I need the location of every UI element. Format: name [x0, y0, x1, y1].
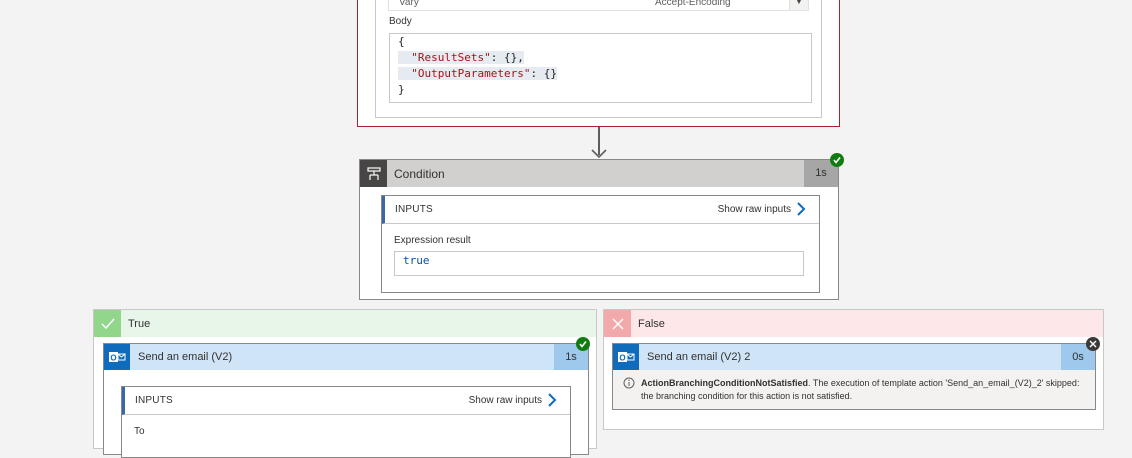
false-branch: False O Send an email (V2) 2 0s ActionBr…	[603, 309, 1104, 430]
inputs-section: INPUTS Show raw inputs To	[121, 386, 571, 458]
outlook-icon: O	[104, 344, 130, 370]
inputs-header[interactable]: INPUTS Show raw inputs	[382, 196, 819, 224]
chevron-right-icon[interactable]	[546, 393, 558, 407]
condition-title: Condition	[394, 167, 445, 181]
header-key: Vary	[399, 0, 419, 8]
code-line: "OutputParameters": {}	[398, 66, 811, 82]
to-label: To	[134, 426, 145, 437]
code-line: "ResultSets": {},	[398, 50, 811, 66]
error-code: ActionBranchingConditionNotSatisfied	[641, 378, 808, 388]
false-branch-header: False	[604, 310, 1103, 337]
inputs-section: INPUTS Show raw inputs Expression result…	[381, 195, 820, 293]
true-branch-header: True	[94, 310, 596, 337]
send-email-title: Send an email (V2)	[138, 351, 233, 363]
outlook-icon: O	[613, 344, 639, 370]
chevron-right-icon[interactable]	[795, 202, 807, 216]
inputs-title: INPUTS	[395, 204, 433, 215]
show-raw-inputs-link[interactable]: Show raw inputs	[469, 395, 542, 406]
code-line: }	[398, 83, 405, 96]
outputs-panel: Vary Accept-Encoding ▼ Body { "ResultSet…	[375, 0, 822, 118]
send-email-2-title: Send an email (V2) 2	[647, 351, 751, 363]
condition-header[interactable]: Condition 1s	[360, 160, 838, 187]
inputs-header[interactable]: INPUTS Show raw inputs	[122, 387, 570, 415]
show-raw-inputs-link[interactable]: Show raw inputs	[718, 204, 791, 215]
code-line: {	[398, 35, 405, 48]
success-check-icon	[830, 153, 844, 167]
condition-card[interactable]: Condition 1s INPUTS Show raw inputs Expr…	[359, 159, 839, 300]
true-branch-label: True	[128, 318, 151, 330]
failed-action-card[interactable]: Vary Accept-Encoding ▼ Body { "ResultSet…	[357, 0, 840, 127]
send-email-2-header[interactable]: O Send an email (V2) 2 0s	[613, 344, 1095, 370]
expression-result-label: Expression result	[394, 235, 471, 246]
true-branch: True O Send an email (V2) 1s INPUTS Show…	[93, 309, 597, 458]
svg-text:O: O	[619, 354, 625, 363]
skip-message: ActionBranchingConditionNotSatisfied. Th…	[641, 377, 1091, 403]
inputs-title: INPUTS	[135, 395, 173, 406]
false-branch-label: False	[638, 318, 665, 330]
svg-text:O: O	[110, 354, 116, 363]
body-label: Body	[389, 16, 412, 27]
close-icon	[604, 310, 631, 337]
expression-result-value: true	[394, 251, 804, 276]
check-icon	[94, 310, 121, 337]
info-icon	[623, 377, 635, 389]
body-code-block: { "ResultSets": {}, "OutputParameters": …	[389, 33, 812, 103]
condition-icon	[360, 160, 387, 187]
header-value: Accept-Encoding	[655, 0, 731, 8]
send-email-2-card[interactable]: O Send an email (V2) 2 0s ActionBranchin…	[612, 343, 1096, 410]
send-email-card[interactable]: O Send an email (V2) 1s INPUTS Show raw …	[103, 343, 589, 458]
header-row-vary: Vary Accept-Encoding ▼	[388, 0, 809, 11]
success-check-icon	[576, 337, 590, 351]
send-email-header[interactable]: O Send an email (V2) 1s	[104, 344, 588, 370]
arrow-down-icon	[591, 149, 607, 159]
skipped-close-icon	[1086, 337, 1100, 351]
chevron-down-icon[interactable]: ▼	[789, 0, 808, 10]
